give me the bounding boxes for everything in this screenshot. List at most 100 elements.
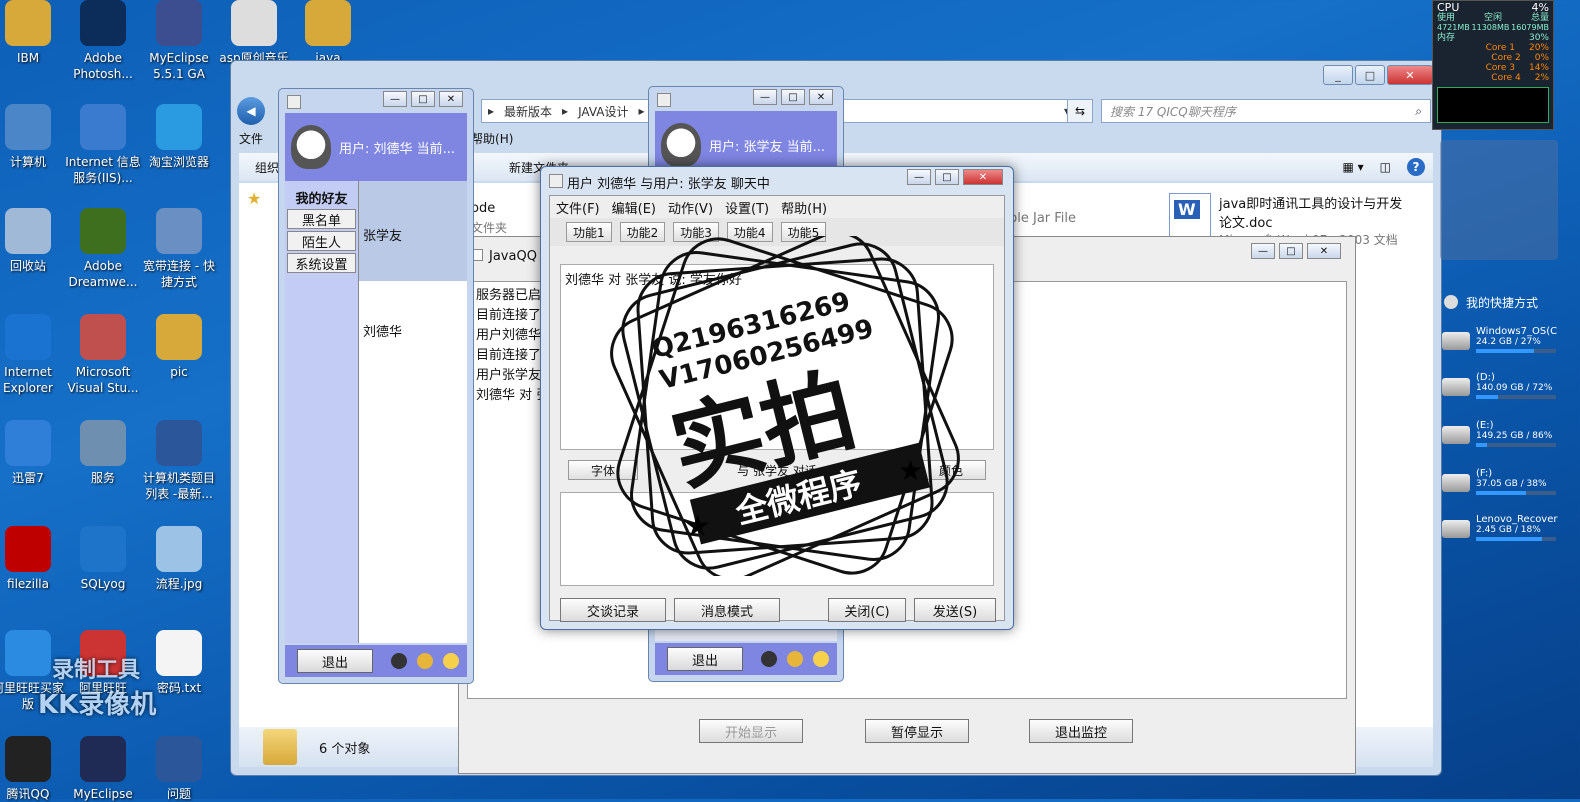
desktop-icon[interactable]: MyEclipse <box>65 736 141 802</box>
desktop-icon[interactable]: 回收站 <box>0 208 66 274</box>
exit-monitor-button[interactable]: 退出监控 <box>1029 719 1133 743</box>
message-input[interactable] <box>560 492 994 586</box>
drive-item[interactable]: Windows7_OS(C 24.2 GB / 27% <box>1442 326 1558 368</box>
desktop-icon[interactable]: java <box>290 0 366 66</box>
drive-item[interactable]: (D:) 140.09 GB / 72% <box>1442 372 1558 414</box>
cpu-title: CPU <box>1437 1 1460 14</box>
close-chat-button[interactable]: 关闭(C) <box>828 598 906 622</box>
function-5-button[interactable]: 功能5 <box>780 222 827 242</box>
menu-item-help[interactable]: 帮助(H) <box>781 198 827 217</box>
close-button[interactable]: ✕ <box>439 91 463 107</box>
desktop-icon[interactable]: 迅雷7 <box>0 420 66 486</box>
function-1-button[interactable]: 功能1 <box>566 222 612 242</box>
gear-icon <box>80 420 126 466</box>
desktop-icon[interactable]: 流程.jpg <box>141 526 217 592</box>
qq-icon <box>5 736 51 782</box>
desktop-icon[interactable]: 服务 <box>65 420 141 486</box>
desktop-icon[interactable]: 腾讯QQ <box>0 736 66 802</box>
close-button[interactable]: ✕ <box>1387 65 1433 85</box>
breadcrumb-item[interactable]: JAVA设计 <box>578 103 628 120</box>
menu-item-settings[interactable]: 设置(T) <box>725 198 769 217</box>
desktop-icon[interactable]: 问题 <box>141 736 217 802</box>
menu-item-help[interactable]: 帮助(H) <box>471 130 513 147</box>
file-name-partial[interactable]: ode <box>471 201 495 216</box>
desktop-icon[interactable]: Adobe Photosh... <box>65 0 141 82</box>
shortcut-icon[interactable] <box>1444 295 1458 309</box>
tab-my-friends[interactable]: 我的好友 <box>287 187 356 207</box>
color-button[interactable]: 颜色 <box>915 460 986 480</box>
qq-icon[interactable] <box>391 653 407 669</box>
send-button[interactable]: 发送(S) <box>914 598 996 622</box>
minimize-button[interactable]: _ <box>1323 65 1353 85</box>
tab-strangers[interactable]: 陌生人 <box>287 231 356 251</box>
desktop-icon[interactable]: 计算机类题目列表 -最新... <box>141 420 217 502</box>
menu-item-action[interactable]: 动作(V) <box>668 198 713 217</box>
desktop-icon[interactable]: pic <box>141 314 217 380</box>
desktop-icon[interactable]: Internet Explorer <box>0 314 66 396</box>
desktop-icon[interactable]: filezilla <box>0 526 66 592</box>
tab-settings[interactable]: 系统设置 <box>287 253 356 273</box>
friend-item[interactable]: 张学友 <box>359 181 467 281</box>
function-2-button[interactable]: 功能2 <box>619 222 666 242</box>
desktop-icon[interactable]: SQLyog <box>65 526 141 592</box>
maximize-button[interactable]: □ <box>411 91 435 107</box>
help-icon[interactable]: ? <box>1407 158 1425 176</box>
function-4-button[interactable]: 功能4 <box>726 222 773 242</box>
desktop-icon[interactable]: 淘宝浏览器 <box>141 104 217 170</box>
message-mode-button[interactable]: 消息模式 <box>674 598 780 622</box>
desktop-icon[interactable]: 宽带连接 - 快捷方式 <box>141 208 217 290</box>
maximize-button[interactable]: □ <box>935 169 959 185</box>
refresh-icon[interactable]: ⇆ <box>1067 99 1093 123</box>
drive-item[interactable]: Lenovo_Recover 2.45 GB / 18% <box>1442 514 1558 556</box>
qq-icon[interactable] <box>761 651 777 667</box>
minimize-button[interactable]: — <box>383 91 407 107</box>
desktop-icon[interactable]: MyEclipse 5.5.1 GA <box>141 0 217 82</box>
back-arrow-icon[interactable]: ◀ <box>237 97 265 125</box>
menu-item-file[interactable]: 文件 <box>239 130 263 147</box>
minimize-button[interactable]: — <box>753 89 777 105</box>
tab-blacklist[interactable]: 黑名单 <box>287 209 356 229</box>
core-row: Core 3 14% <box>1437 63 1549 73</box>
close-button[interactable]: ✕ <box>963 169 1003 185</box>
view-options-icon[interactable]: ▦ ▾ <box>1342 160 1363 174</box>
desktop-icon[interactable]: Internet 信息服务(IIS)... <box>65 104 141 186</box>
friend-item[interactable]: 刘德华 <box>359 281 467 380</box>
desktop-icon[interactable]: 计算机 <box>0 104 66 170</box>
breadcrumb-separator-icon: ▸ <box>488 104 495 118</box>
drive-item[interactable]: (E:) 149.25 GB / 86% <box>1442 420 1558 462</box>
close-button[interactable]: ✕ <box>1307 243 1341 259</box>
close-button[interactable]: ✕ <box>809 89 833 105</box>
exit-button[interactable]: 退出 <box>667 647 743 671</box>
history-button[interactable]: 交谈记录 <box>560 598 666 622</box>
breadcrumb-item[interactable]: 最新版本 <box>504 103 552 120</box>
menu-item-edit[interactable]: 编辑(E) <box>612 198 656 217</box>
image-icon <box>156 526 202 572</box>
font-button[interactable]: 字体 <box>568 460 638 480</box>
pause-display-button[interactable]: 暂停显示 <box>865 719 969 743</box>
desktop-icon-label: 回收站 <box>9 259 46 273</box>
desktop-icon[interactable]: Microsoft Visual Stu... <box>65 314 141 396</box>
core-name: Core 2 <box>1491 53 1521 63</box>
desktop-icon[interactable]: IBM <box>0 0 66 66</box>
exit-button[interactable]: 退出 <box>297 649 373 673</box>
start-display-button[interactable]: 开始显示 <box>699 719 803 743</box>
minimize-button[interactable]: — <box>1251 243 1275 259</box>
desktop-icon-label: 计算机类题目列表 -最新... <box>142 471 215 501</box>
maximize-button[interactable]: □ <box>1355 65 1385 85</box>
organize-button[interactable]: 组织 <box>255 159 279 176</box>
maximize-button[interactable]: □ <box>1279 243 1303 259</box>
hi-icon[interactable] <box>443 653 459 669</box>
hi-icon[interactable] <box>813 651 829 667</box>
menu-item-file[interactable]: 文件(F) <box>556 198 600 217</box>
preview-pane-icon[interactable]: ◫ <box>1380 160 1391 174</box>
minimize-button[interactable]: — <box>907 169 931 185</box>
function-3-button[interactable]: 功能3 <box>673 222 719 242</box>
search-input[interactable]: 搜索 17 QICQ聊天程序 ⌕ <box>1101 99 1431 123</box>
maximize-button[interactable]: □ <box>781 89 805 105</box>
butterfly-icon[interactable] <box>417 653 433 669</box>
butterfly-icon[interactable] <box>787 651 803 667</box>
favorites-star-icon[interactable]: ★ <box>247 189 267 208</box>
chat-format-bar: 字体 与 张学友 对话 颜色 <box>560 458 994 482</box>
drive-item[interactable]: (F:) 37.05 GB / 38% <box>1442 468 1558 510</box>
desktop-icon[interactable]: Adobe Dreamwe... <box>65 208 141 290</box>
